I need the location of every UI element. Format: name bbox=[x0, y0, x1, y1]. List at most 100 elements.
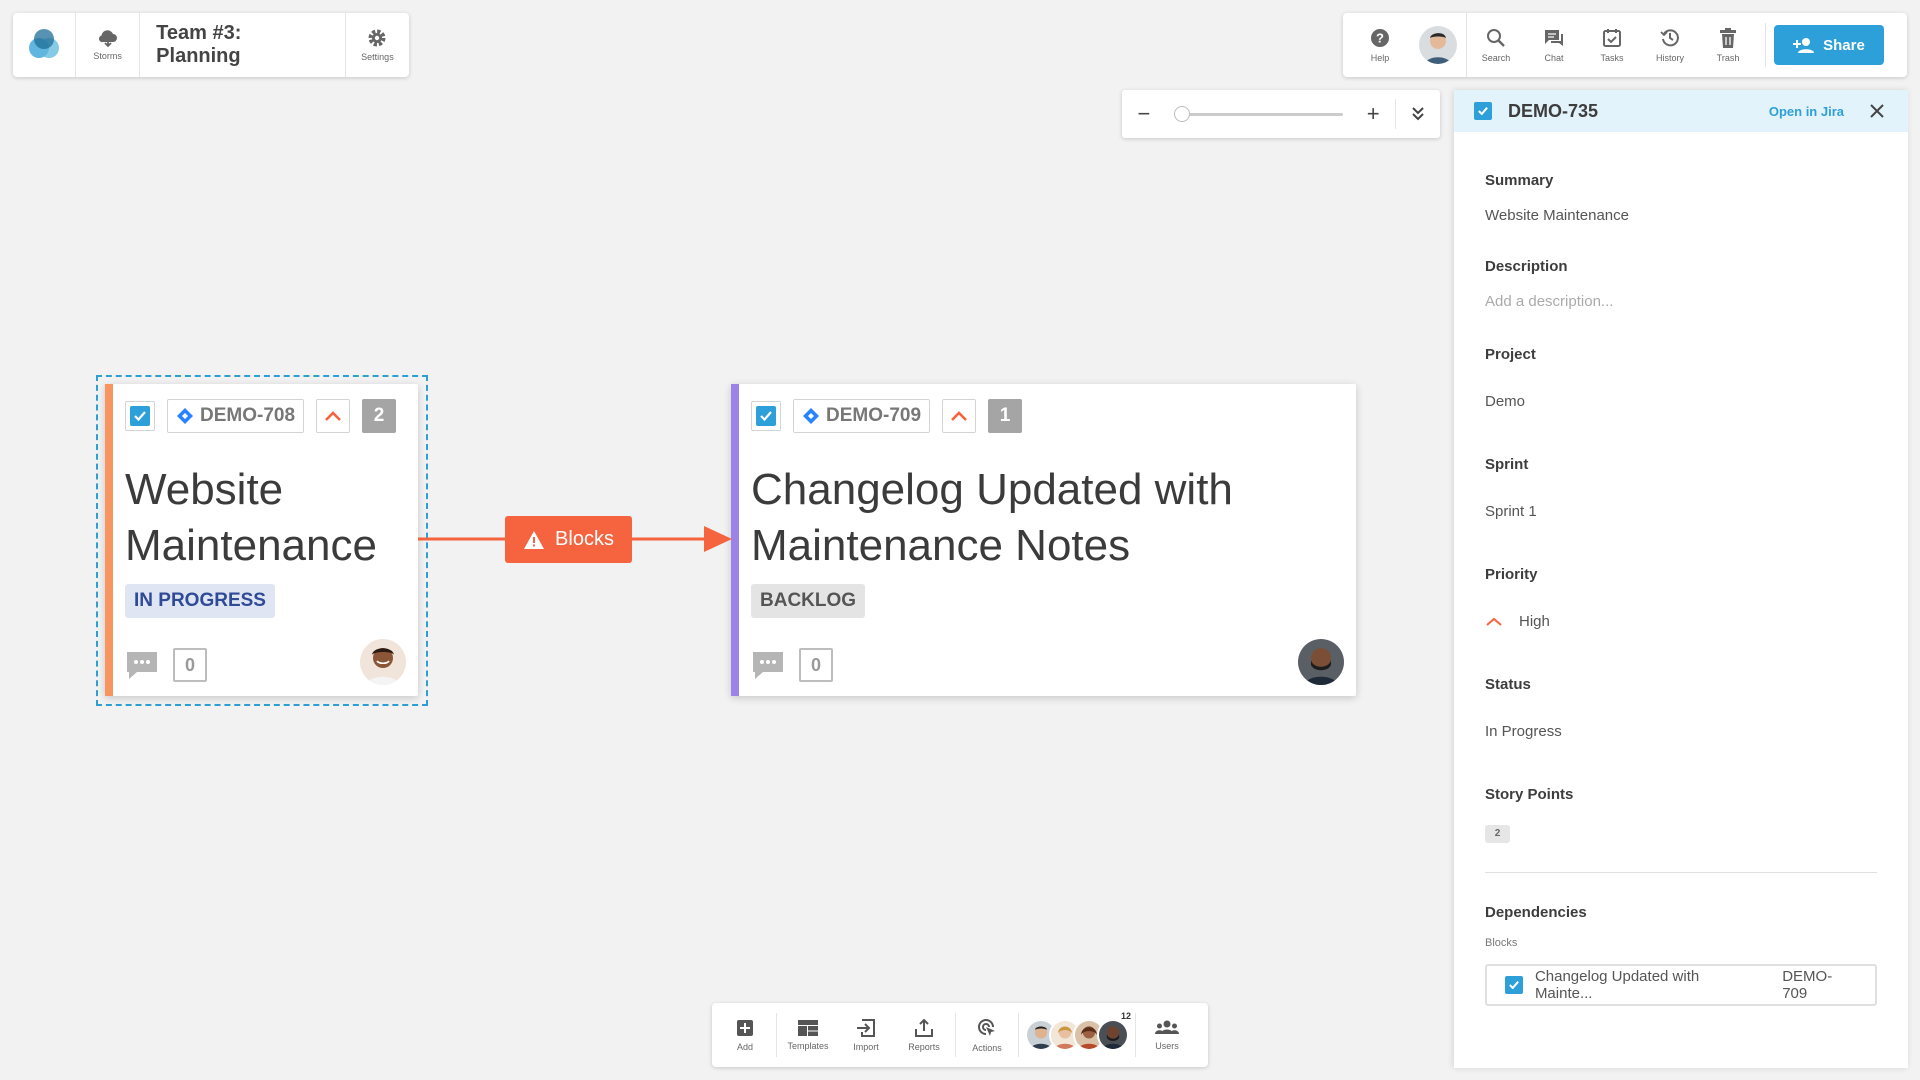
checkbox-icon bbox=[1478, 107, 1488, 116]
settings-label: Settings bbox=[361, 52, 394, 62]
app-logo[interactable] bbox=[13, 13, 77, 77]
project-field: Project Demo bbox=[1485, 346, 1536, 410]
avatar bbox=[1097, 1019, 1129, 1051]
open-in-jira-link[interactable]: Open in Jira bbox=[1769, 104, 1844, 119]
active-users[interactable]: 12 bbox=[1021, 1011, 1133, 1051]
issue-detail-panel: DEMO-735 Open in Jira Summary Website Ma… bbox=[1454, 90, 1908, 1068]
history-button[interactable]: History bbox=[1641, 13, 1699, 77]
chevron-double-down-icon bbox=[1412, 107, 1424, 121]
storms-button[interactable]: Storms bbox=[76, 13, 139, 77]
actions-label: Actions bbox=[972, 1042, 1002, 1053]
settings-button[interactable]: Settings bbox=[346, 13, 409, 77]
import-button[interactable]: Import bbox=[837, 1003, 895, 1067]
panel-divider bbox=[1485, 872, 1877, 873]
issue-card[interactable]: DEMO-708 2 Website Maintenance IN PROGRE… bbox=[105, 384, 418, 696]
issue-type-checkbox[interactable] bbox=[1474, 102, 1492, 120]
add-icon bbox=[737, 1019, 753, 1036]
zoom-slider-handle[interactable] bbox=[1173, 105, 1190, 122]
chat-icon bbox=[1545, 29, 1563, 46]
comment-count: 0 bbox=[799, 648, 833, 682]
panel-header: DEMO-735 Open in Jira bbox=[1454, 90, 1908, 132]
issue-card[interactable]: DEMO-709 1 Changelog Updated with Mainte… bbox=[731, 384, 1356, 696]
import-icon bbox=[857, 1018, 875, 1037]
project-value[interactable]: Demo bbox=[1485, 393, 1536, 410]
close-icon[interactable] bbox=[1870, 104, 1884, 118]
priority-up-icon bbox=[951, 411, 967, 421]
issue-type-checkbox[interactable] bbox=[125, 401, 155, 431]
card-footer: 0 bbox=[125, 648, 207, 682]
share-button[interactable]: Share bbox=[1774, 25, 1884, 65]
bottom-toolbar: Add Templates Import Reports Actions 12 … bbox=[712, 1003, 1208, 1067]
dependency-item[interactable]: Changelog Updated with Mainte... DEMO-70… bbox=[1485, 964, 1877, 1006]
current-user-avatar[interactable] bbox=[1409, 13, 1467, 77]
story-points-value-row[interactable]: 2 bbox=[1485, 823, 1573, 843]
sprint-value[interactable]: Sprint 1 bbox=[1485, 503, 1537, 520]
warning-icon bbox=[524, 530, 545, 549]
board-title[interactable]: Team #3: Planning bbox=[139, 13, 346, 77]
comment-icon[interactable] bbox=[751, 650, 785, 680]
search-button[interactable]: Search bbox=[1467, 13, 1525, 77]
assignee-avatar[interactable] bbox=[360, 639, 406, 685]
story-points-label: Story Points bbox=[1485, 786, 1574, 803]
issue-key-chip[interactable]: DEMO-709 bbox=[793, 399, 931, 433]
summary-field: Summary Website Maintenance bbox=[1485, 172, 1629, 224]
status-badge[interactable]: IN PROGRESS bbox=[125, 584, 275, 618]
trash-icon bbox=[1720, 27, 1736, 48]
avatar bbox=[1418, 26, 1457, 64]
tasks-label: Tasks bbox=[1600, 52, 1624, 63]
reports-label: Reports bbox=[908, 1041, 940, 1052]
status-value[interactable]: In Progress bbox=[1485, 723, 1562, 740]
collapse-button[interactable] bbox=[1396, 90, 1440, 138]
trash-button[interactable]: Trash bbox=[1699, 13, 1757, 77]
description-field: Description Add a description... bbox=[1485, 258, 1613, 310]
assignee-avatar[interactable] bbox=[1298, 639, 1344, 685]
comment-count: 0 bbox=[173, 648, 207, 682]
card-header: DEMO-708 2 bbox=[125, 399, 397, 433]
help-button[interactable]: ? Help bbox=[1351, 13, 1409, 77]
sprint-field: Sprint Sprint 1 bbox=[1485, 456, 1537, 520]
dependency-key: DEMO-709 bbox=[1782, 968, 1833, 1002]
priority-chip[interactable] bbox=[316, 399, 351, 433]
card-footer: 0 bbox=[751, 648, 833, 682]
description-input[interactable]: Add a description... bbox=[1485, 293, 1613, 310]
story-points-badge[interactable]: 1 bbox=[988, 399, 1023, 433]
add-button[interactable]: Add bbox=[716, 1003, 774, 1067]
users-button[interactable]: Users bbox=[1138, 1003, 1196, 1067]
dependencies-field: Dependencies Blocks bbox=[1485, 904, 1587, 949]
checkbox-icon bbox=[134, 411, 146, 422]
actions-button[interactable]: Actions bbox=[958, 1003, 1016, 1067]
chat-button[interactable]: Chat bbox=[1525, 13, 1583, 77]
story-points-value: 2 bbox=[1485, 824, 1510, 843]
card-title-line: Website bbox=[125, 465, 284, 514]
summary-label: Summary bbox=[1485, 172, 1554, 189]
summary-value[interactable]: Website Maintenance bbox=[1485, 207, 1629, 224]
zoom-in-button[interactable]: + bbox=[1351, 90, 1395, 138]
priority-value-row[interactable]: High bbox=[1485, 613, 1550, 630]
status-field: Status In Progress bbox=[1485, 676, 1562, 740]
toolbar-divider bbox=[955, 1013, 956, 1057]
issue-key-chip[interactable]: DEMO-708 bbox=[167, 399, 305, 433]
issue-type-checkbox[interactable] bbox=[751, 401, 781, 431]
users-label: Users bbox=[1155, 1040, 1179, 1051]
board-toolbar: Storms Team #3: Planning Settings bbox=[13, 13, 409, 77]
priority-chip[interactable] bbox=[942, 399, 977, 433]
reports-button[interactable]: Reports bbox=[895, 1003, 953, 1067]
card-title-line: Maintenance bbox=[125, 521, 377, 570]
card-title[interactable]: Changelog Updated with Maintenance Notes bbox=[751, 462, 1233, 574]
card-title[interactable]: Website Maintenance bbox=[125, 462, 377, 574]
status-badge[interactable]: BACKLOG bbox=[751, 584, 866, 618]
tasks-button[interactable]: Tasks bbox=[1583, 13, 1641, 77]
actions-icon bbox=[978, 1018, 995, 1036]
status-label: Status bbox=[1485, 676, 1531, 693]
priority-up-icon bbox=[1486, 617, 1502, 626]
card-header: DEMO-709 1 bbox=[751, 399, 1023, 433]
story-points-badge[interactable]: 2 bbox=[362, 399, 397, 433]
comment-icon[interactable] bbox=[125, 650, 159, 680]
priority-field: Priority High bbox=[1485, 566, 1550, 630]
cloud-icon bbox=[98, 30, 117, 47]
templates-button[interactable]: Templates bbox=[779, 1003, 837, 1067]
blocks-link-label[interactable]: Blocks bbox=[505, 516, 632, 563]
zoom-slider[interactable] bbox=[1173, 105, 1344, 122]
zoom-out-button[interactable]: − bbox=[1122, 90, 1166, 138]
story-points-field: Story Points 2 bbox=[1485, 786, 1573, 843]
